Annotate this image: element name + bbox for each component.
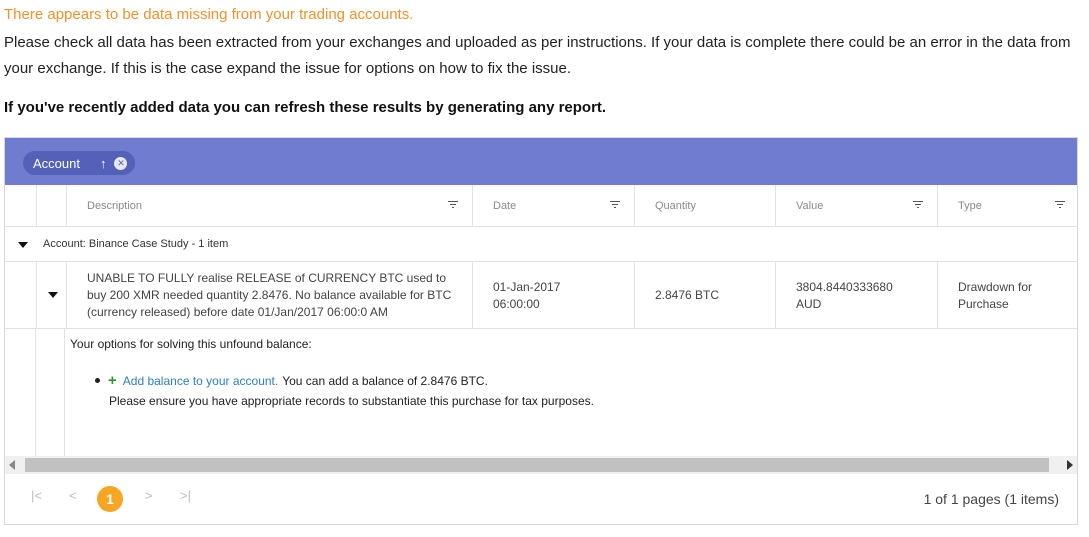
detail-option-add-balance: + Add balance to your account. You can a… <box>95 372 488 389</box>
instructions-text: Please check all data has been extracted… <box>4 34 1071 77</box>
pager: |< < 1 > >| 1 of 1 pages (1 items) <box>5 474 1077 524</box>
column-header-description[interactable]: Description <box>66 185 472 227</box>
filter-icon[interactable] <box>1055 201 1065 209</box>
cell-value: 3804.8440333680 AUD <box>775 262 937 329</box>
column-header-label: Quantity <box>655 200 696 212</box>
detail-note: Please ensure you have appropriate recor… <box>109 394 594 408</box>
column-header-quantity[interactable]: Quantity <box>634 185 775 227</box>
group-chip-label: Account <box>33 155 80 171</box>
prev-page-icon[interactable]: < <box>69 488 77 503</box>
add-balance-link[interactable]: Add balance to your account. <box>123 374 278 388</box>
missing-data-warning: There appears to be data missing from yo… <box>4 6 414 23</box>
table-row[interactable]: UNABLE TO FULLY realise RELEASE of CURRE… <box>5 262 1077 329</box>
column-header-label: Type <box>958 200 982 212</box>
next-page-icon[interactable]: > <box>145 488 153 503</box>
detail-indent-line <box>35 329 36 456</box>
row-spacer <box>36 262 67 329</box>
column-header-row: Description Date Quantity Value Type <box>5 185 1077 227</box>
group-chip-account[interactable]: Account ↑ ✕ <box>23 151 136 175</box>
column-header-type[interactable]: Type <box>937 185 1077 227</box>
cell-quantity: 2.8476 BTC <box>634 262 775 329</box>
option-text: You can add a balance of 2.8476 BTC. <box>282 373 488 388</box>
horizontal-scrollbar[interactable] <box>5 456 1077 474</box>
refresh-note: If you've recently added data you can re… <box>4 99 607 116</box>
column-header-label: Value <box>796 200 824 212</box>
filter-icon[interactable] <box>448 201 458 209</box>
collapse-caret-icon[interactable] <box>18 242 28 248</box>
issues-grid: Account ↑ ✕ Description Date Quantity Va… <box>4 137 1078 525</box>
scroll-left-icon[interactable] <box>9 460 15 470</box>
filter-icon[interactable] <box>913 201 923 209</box>
group-panel: Account ↑ ✕ <box>5 138 1077 185</box>
group-row-label: Account: Binance Case Study - 1 item <box>43 238 229 250</box>
cell-date: 01-Jan-2017 06:00:00 <box>472 262 634 329</box>
column-header-date[interactable]: Date <box>472 185 634 227</box>
group-row-account[interactable]: Account: Binance Case Study - 1 item <box>5 227 1077 262</box>
cell-type: Drawdown for Purchase <box>937 262 1077 329</box>
cell-description: UNABLE TO FULLY realise RELEASE of CURRE… <box>66 262 472 329</box>
plus-icon: + <box>108 372 117 389</box>
last-page-icon[interactable]: >| <box>180 488 191 503</box>
remove-group-icon[interactable]: ✕ <box>114 156 128 170</box>
column-header-label: Description <box>87 200 143 212</box>
row-detail-panel: Your options for solving this unfound ba… <box>64 329 1077 456</box>
column-header-label: Date <box>493 200 517 212</box>
column-header-value[interactable]: Value <box>775 185 937 227</box>
header-spacer <box>5 185 36 227</box>
header-spacer <box>36 185 67 227</box>
scroll-right-icon[interactable] <box>1067 460 1073 470</box>
detail-title: Your options for solving this unfound ba… <box>70 337 312 351</box>
bullet <box>95 378 100 383</box>
pager-info: 1 of 1 pages (1 items) <box>923 491 1059 507</box>
filter-icon[interactable] <box>610 201 620 209</box>
page-button-1[interactable]: 1 <box>97 486 123 512</box>
first-page-icon[interactable]: |< <box>31 488 42 503</box>
scrollbar-thumb[interactable] <box>25 458 1049 472</box>
sort-ascending-icon[interactable]: ↑ <box>100 156 107 171</box>
